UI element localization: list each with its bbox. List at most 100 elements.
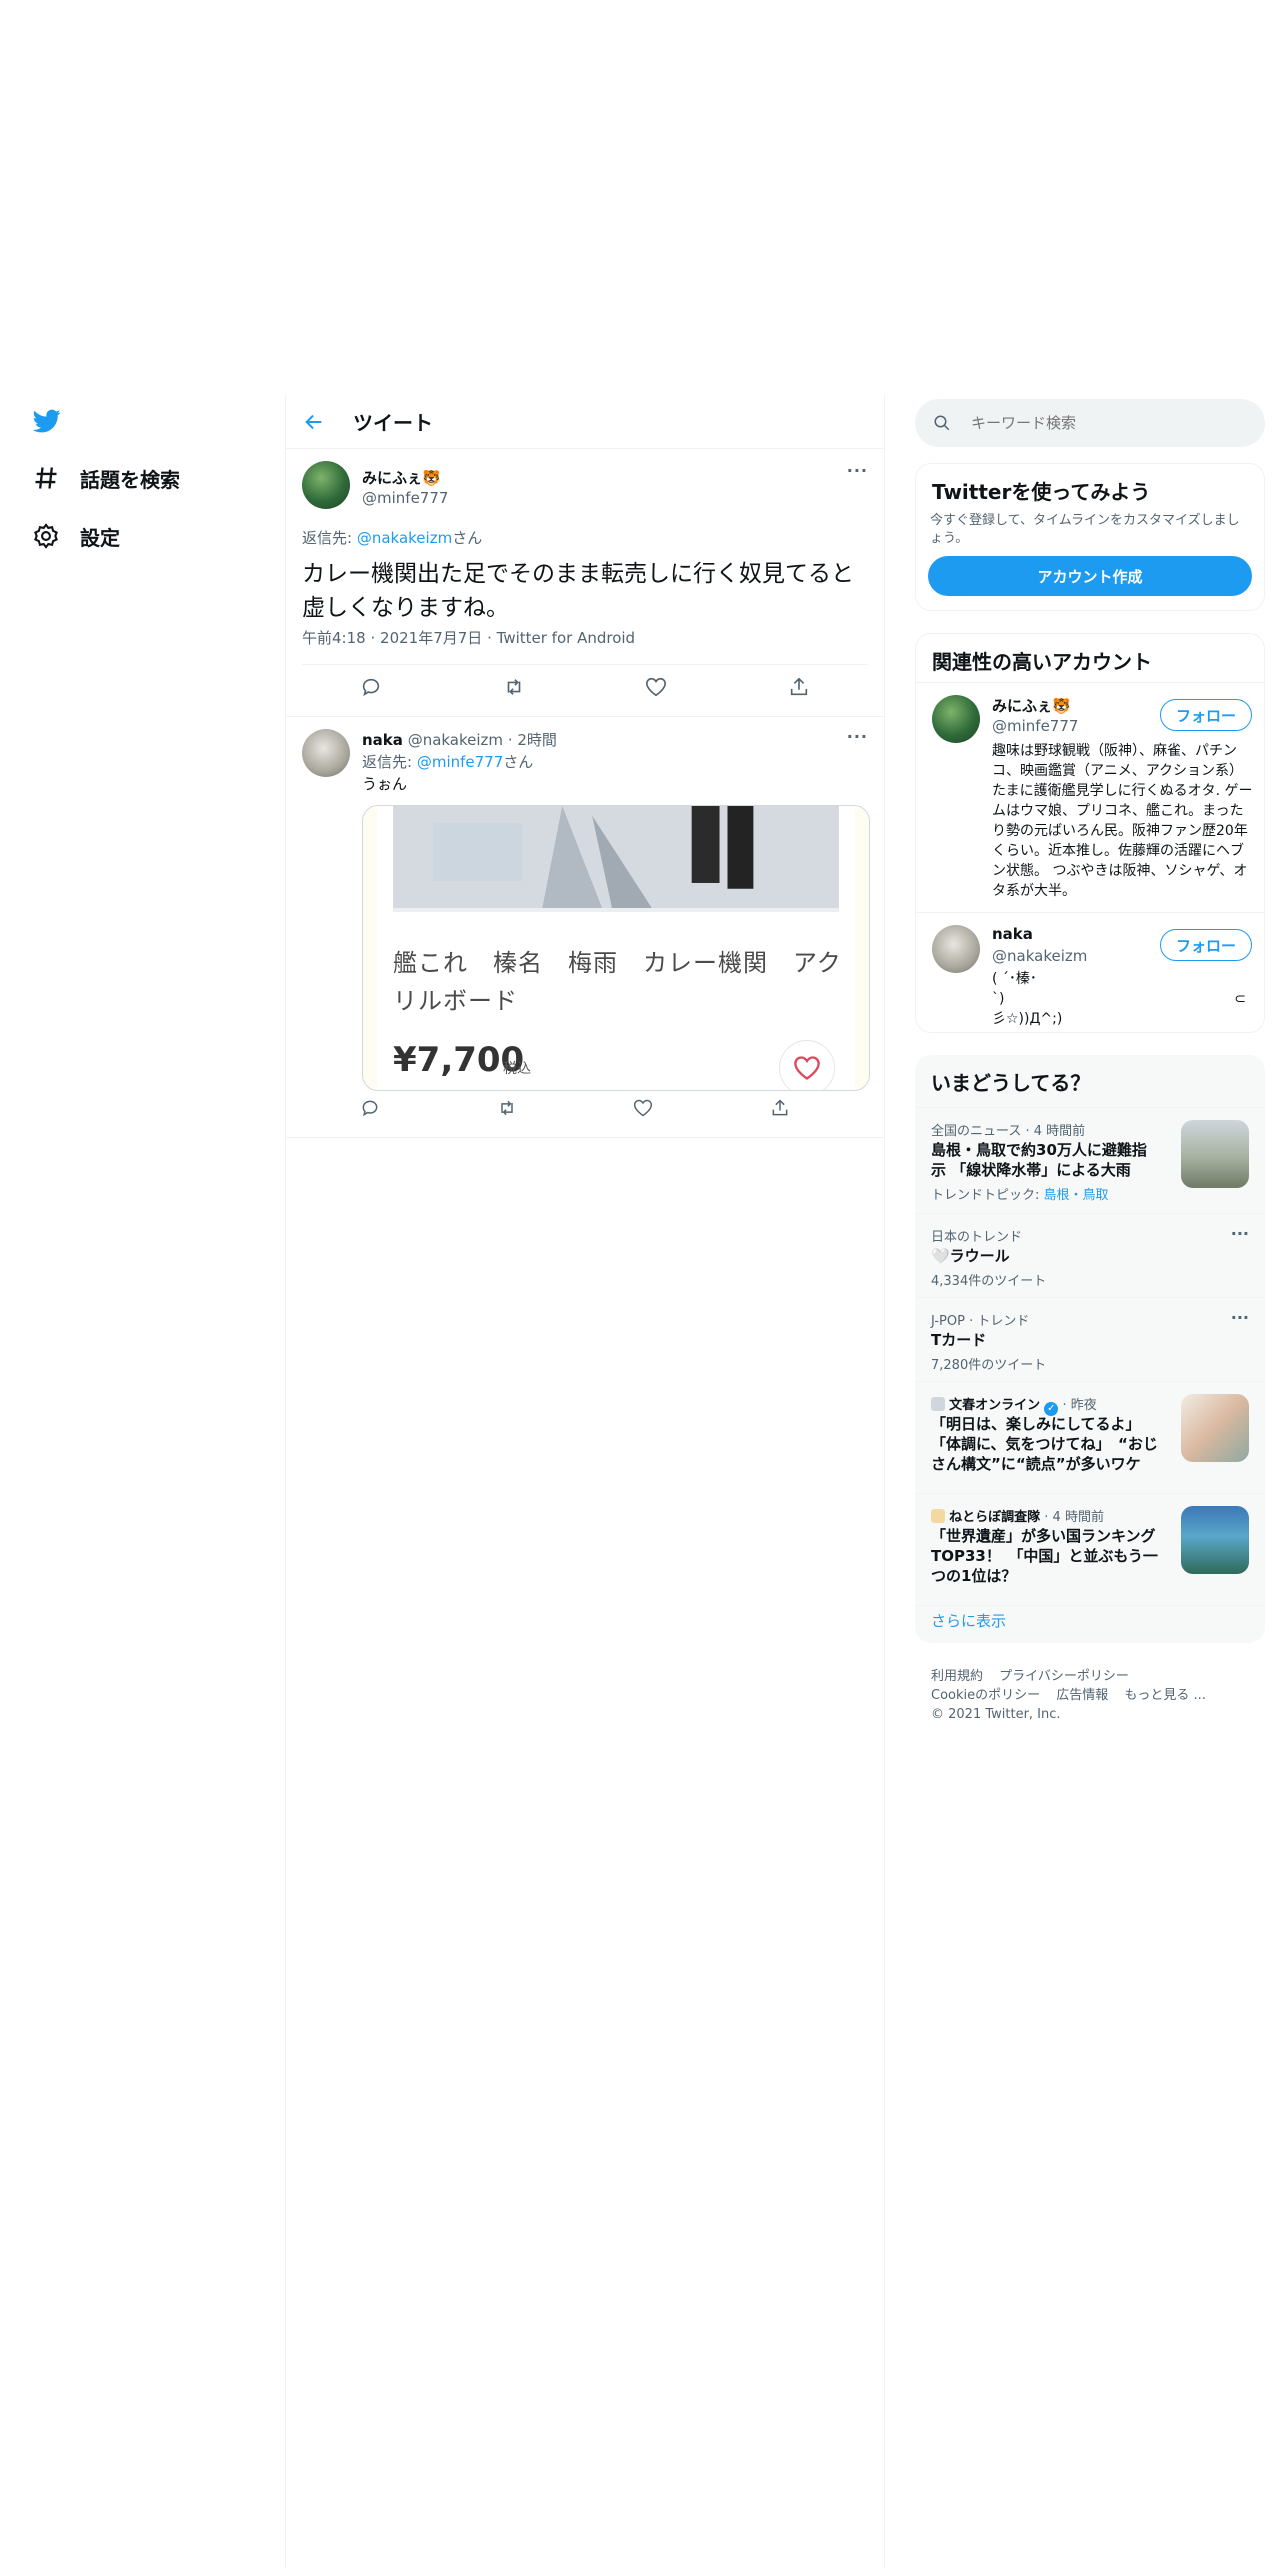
reply-context: 返信先: @minfe777さん	[362, 751, 533, 772]
avatar[interactable]	[932, 925, 980, 973]
more-options-icon[interactable]: ···	[1231, 1224, 1249, 1243]
trend-meta: J-POP · トレンド	[931, 1314, 1030, 1329]
nav-explore-label: 話題を検索	[80, 467, 180, 492]
reply-author-line: naka @nakakeizm · 2時間	[362, 729, 557, 750]
retweet-icon[interactable]	[503, 676, 525, 698]
hashtag-icon	[35, 467, 57, 489]
search-input[interactable]	[971, 414, 1231, 432]
source-name[interactable]: 文春オンライン	[949, 1398, 1040, 1413]
footer-link[interactable]: プライバシーポリシー	[999, 1669, 1129, 1684]
nav-explore[interactable]: 話題を検索	[32, 458, 180, 498]
page-title: ツイート	[353, 411, 433, 435]
reply-author-name[interactable]: naka	[362, 731, 403, 749]
reply-handle-link[interactable]: @nakakeizm	[357, 529, 452, 547]
trend-source: ねとらぼ調査隊 · 4 時間前	[931, 1506, 1104, 1525]
tweet-text: カレー機関出た足でそのまま転売しに行く奴見てると虚しくなりますね。	[302, 561, 854, 621]
like-icon[interactable]	[633, 1098, 653, 1118]
retweet-icon[interactable]	[497, 1098, 517, 1118]
tweet-client[interactable]: Twitter for Android	[497, 629, 635, 647]
show-more-link[interactable]: さらに表示	[931, 1610, 1006, 1631]
main-header: ツイート	[286, 395, 884, 449]
back-arrow-icon[interactable]	[303, 411, 325, 433]
link-card[interactable]: 艦これ 榛名 梅雨 カレー機関 アクリルボード ¥7,700 税込	[362, 805, 870, 1091]
more-options-icon[interactable]: ···	[847, 727, 868, 746]
trend-meta: 全国のニュース · 4 時間前	[931, 1124, 1086, 1139]
author-handle[interactable]: @minfe777	[362, 489, 448, 507]
source-name[interactable]: ねとらぼ調査隊	[949, 1510, 1040, 1525]
reply-handle-link[interactable]: @minfe777	[417, 753, 503, 771]
reply-icon[interactable]	[360, 676, 382, 698]
meta-separator: ·	[487, 629, 492, 647]
trend-item[interactable]: 文春オンライン ✓ · 昨夜 「明日は、楽しみにしてるよ」「体調に、気をつけてね…	[915, 1381, 1265, 1493]
reply-tweet-actions	[360, 1098, 790, 1118]
footer: 利用規約 プライバシーポリシー Cookieのポリシー 広告情報 もっと見る .…	[931, 1667, 1261, 1724]
search-box[interactable]	[915, 399, 1265, 447]
author-name[interactable]: みにふぇ🐯	[362, 467, 441, 488]
trend-title: 島根・鳥取で約30万人に避難指示 「線状降水帯」による大雨	[931, 1141, 1147, 1179]
bio-line: 彡☆))Д^;)	[992, 1011, 1063, 1027]
footer-link[interactable]: 利用規約	[931, 1669, 983, 1684]
trend-topic-link[interactable]: 島根・鳥取	[1044, 1188, 1109, 1203]
focal-tweet-actions	[360, 676, 810, 698]
avatar[interactable]	[302, 461, 350, 509]
more-options-icon[interactable]: ···	[847, 461, 868, 480]
follow-button[interactable]: フォロー	[1160, 699, 1252, 731]
account-item[interactable]: みにふぇ🐯 @minfe777 フォロー 趣味は野球観戦（阪神）、麻雀、パチンコ…	[916, 682, 1264, 912]
main-column: ツイート みにふぇ🐯 @minfe777 ··· 返信先: @nakakeizm…	[285, 395, 885, 2568]
footer-link[interactable]: もっと見る ...	[1124, 1688, 1206, 1703]
related-title: 関連性の高いアカウント	[932, 650, 1152, 674]
reply-tweet[interactable]: naka @nakakeizm · 2時間 ··· 返信先: @minfe777…	[286, 717, 884, 1138]
trend-item[interactable]: 日本のトレンド ··· 🤍ラウール 4,334件のツイート	[915, 1213, 1265, 1297]
signup-title: Twitterを使ってみよう	[932, 480, 1151, 504]
card-title: 艦これ 榛名 梅雨 カレー機関 アクリルボード	[393, 949, 842, 1015]
trend-thumbnail	[1181, 1506, 1249, 1574]
tweet-date[interactable]: 2021年7月7日	[380, 629, 482, 647]
account-name[interactable]: naka	[992, 925, 1033, 943]
account-handle[interactable]: @nakakeizm	[992, 947, 1087, 965]
product-photo	[393, 806, 839, 912]
trend-source: 文春オンライン ✓ · 昨夜	[931, 1394, 1097, 1416]
twitter-logo-icon[interactable]	[32, 407, 62, 435]
trend-topic-prefix: トレンドトピック:	[931, 1188, 1044, 1203]
meta-separator: ·	[507, 731, 513, 749]
trend-count: 4,334件のツイート	[931, 1274, 1047, 1289]
trend-topic: トレンドトピック: 島根・鳥取	[931, 1184, 1109, 1203]
trend-meta: 日本のトレンド	[931, 1230, 1023, 1245]
trend-item[interactable]: ねとらぼ調査隊 · 4 時間前 「世界遺産」が多い国ランキングTOP33！ 「中…	[915, 1493, 1265, 1605]
reply-icon[interactable]	[360, 1098, 380, 1118]
more-options-icon[interactable]: ···	[1231, 1308, 1249, 1327]
like-icon[interactable]	[645, 676, 667, 698]
account-name[interactable]: みにふぇ🐯	[992, 695, 1071, 716]
reply-author-handle[interactable]: @nakakeizm	[408, 731, 503, 749]
account-item[interactable]: naka @nakakeizm フォロー ( ´･榛･ `) 彡☆))Д^;) …	[916, 912, 1264, 1032]
nav-settings[interactable]: 設定	[32, 516, 120, 556]
search-icon	[934, 415, 950, 431]
card-tax-label: 税込	[503, 1061, 531, 1077]
avatar[interactable]	[302, 729, 350, 777]
account-handle[interactable]: @minfe777	[992, 717, 1078, 735]
footer-link[interactable]: Cookieのポリシー	[931, 1688, 1040, 1703]
reply-context: 返信先: @nakakeizmさん	[302, 527, 482, 548]
trends-title: いまどうしてる？	[931, 1071, 1091, 1095]
share-icon[interactable]	[788, 676, 810, 698]
reply-prefix: 返信先:	[302, 529, 357, 547]
gear-icon	[34, 523, 58, 549]
footer-link[interactable]: 広告情報	[1056, 1688, 1108, 1703]
source-avatar	[931, 1509, 945, 1523]
divider	[915, 1605, 1265, 1606]
trend-item[interactable]: 全国のニュース · 4 時間前 島根・鳥取で約30万人に避難指示 「線状降水帯」…	[915, 1107, 1265, 1213]
tweet-time[interactable]: 午前4:18	[302, 629, 366, 647]
reply-suffix: さん	[452, 529, 483, 547]
signup-description: 今すぐ登録して、タイムラインをカスタマイズしましょう。	[930, 513, 1240, 546]
card-body: 艦これ 榛名 梅雨 カレー機関 アクリルボード ¥7,700 税込	[377, 806, 855, 1090]
avatar[interactable]	[932, 695, 980, 743]
follow-button[interactable]: フォロー	[1160, 929, 1252, 961]
trend-thumbnail	[1181, 1120, 1249, 1188]
trend-item[interactable]: J-POP · トレンド ··· Tカード 7,280件のツイート	[915, 1297, 1265, 1381]
card-like-button[interactable]	[779, 1040, 835, 1090]
signup-panel: Twitterを使ってみよう 今すぐ登録して、タイムラインをカスタマイズしましょ…	[915, 463, 1265, 611]
share-icon[interactable]	[770, 1098, 790, 1118]
reply-time[interactable]: 2時間	[517, 731, 557, 749]
create-account-button[interactable]: アカウント作成	[928, 556, 1252, 596]
related-accounts-panel: 関連性の高いアカウント みにふぇ🐯 @minfe777 フォロー 趣味は野球観戦…	[915, 633, 1265, 1033]
